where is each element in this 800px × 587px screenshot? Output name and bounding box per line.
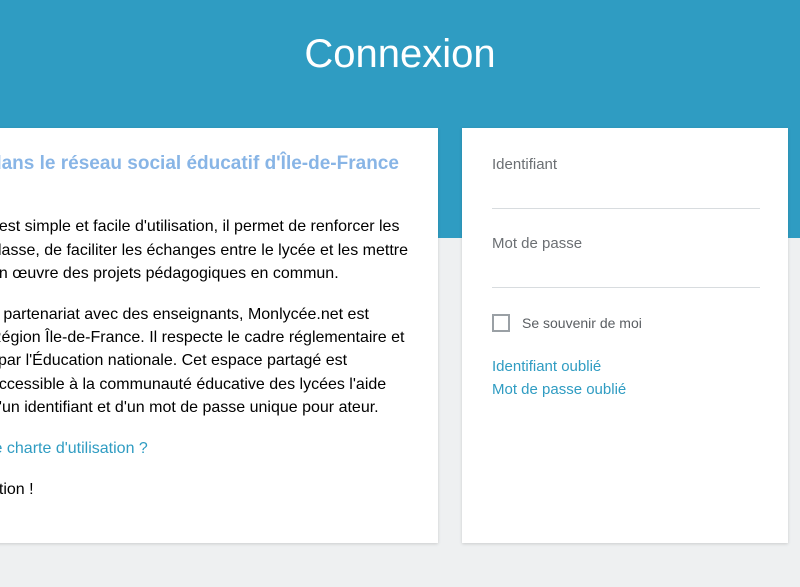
remember-checkbox[interactable] [492,314,510,332]
forgot-username-link[interactable]: Identifiant oublié [492,356,760,379]
username-field-group: Identifiant [492,156,760,209]
password-input[interactable] [492,258,760,288]
content-wrapper: dans le réseau social éducatif d'Île-de-… [0,128,800,543]
username-label: Identifiant [492,156,760,173]
remember-row: Se souvenir de moi [492,314,760,332]
login-card: Identifiant Mot de passe Se souvenir de … [462,128,788,543]
info-paragraph-2: n partenariat avec des enseignants, Monl… [0,303,410,419]
charter-link[interactable]: le charte d'utilisation ? [0,437,410,460]
info-footer-text: ation ! [0,478,410,501]
username-input[interactable] [492,179,760,209]
password-label: Mot de passe [492,235,760,252]
page-title: Connexion [304,32,495,77]
info-paragraph-1: t est simple et facile d'utilisation, il… [0,215,410,285]
info-card: dans le réseau social éducatif d'Île-de-… [0,128,438,543]
remember-label: Se souvenir de moi [522,315,642,331]
info-card-title: dans le réseau social éducatif d'Île-de-… [0,152,410,201]
password-field-group: Mot de passe [492,235,760,288]
forgot-password-link[interactable]: Mot de passe oublié [492,379,760,402]
